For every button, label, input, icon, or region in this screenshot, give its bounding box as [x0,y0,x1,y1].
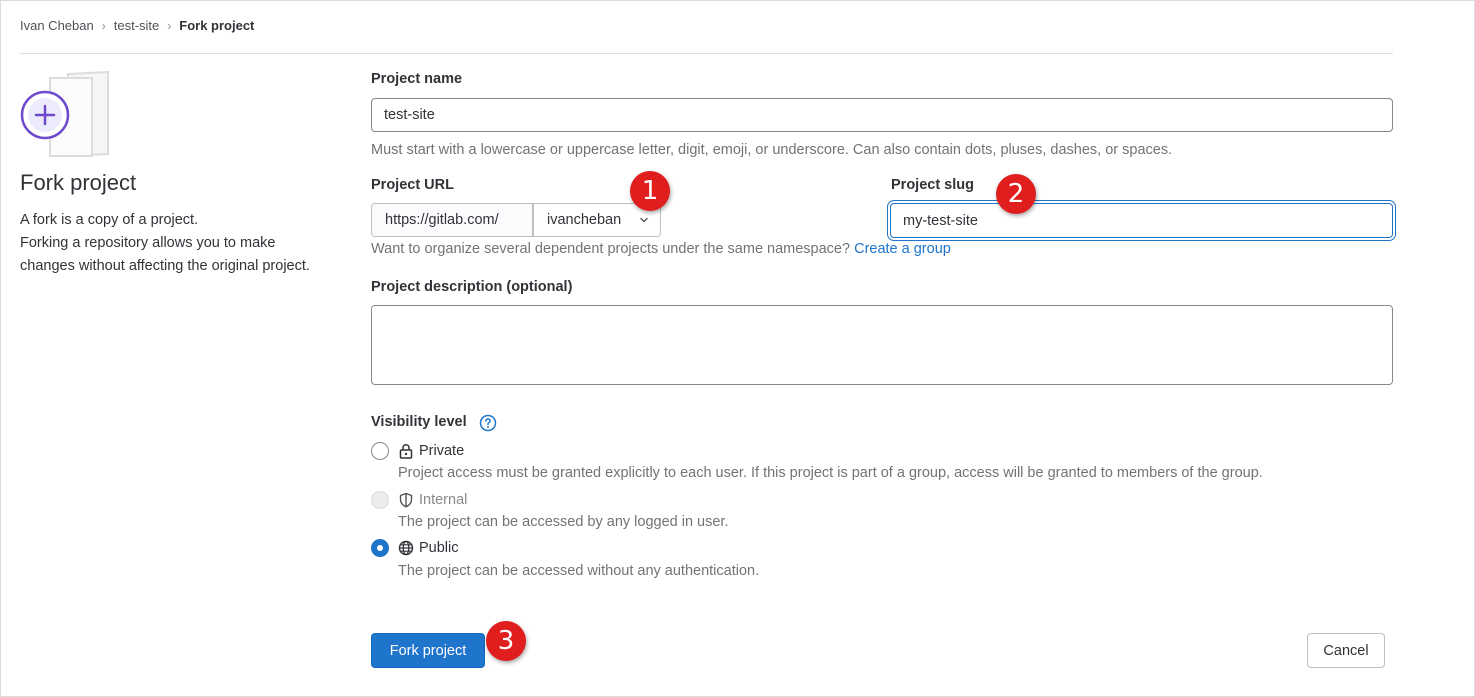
breadcrumb-separator: › [167,18,172,33]
visibility-public-label: Public [419,540,459,556]
radio-private[interactable] [371,442,389,460]
project-url-help-text: Want to organize several dependent proje… [371,241,851,257]
breadcrumb-item-user[interactable]: Ivan Cheban [20,18,94,33]
create-group-link[interactable]: Create a group [854,241,951,257]
annotation-marker-1: 1 [630,171,670,211]
description-line: Forking a repository allows you to make … [20,235,310,274]
breadcrumb-item-project[interactable]: test-site [114,18,160,33]
visibility-option-private[interactable]: Private [371,442,464,460]
globe-icon [398,540,414,556]
fork-project-button[interactable]: Fork project [371,633,485,668]
breadcrumb: Ivan Cheban › test-site › Fork project [20,18,254,33]
radio-public[interactable] [371,539,389,557]
shield-icon [399,492,413,508]
annotation-marker-3: 3 [486,621,526,661]
project-slug-label: Project slug [891,177,974,193]
project-name-help: Must start with a lowercase or uppercase… [371,142,1173,158]
lock-icon [399,443,413,459]
project-slug-input[interactable]: my-test-site [890,203,1393,238]
project-url-help: Want to organize several dependent proje… [371,241,951,257]
cancel-button[interactable]: Cancel [1307,633,1385,668]
header-divider [20,53,1393,54]
breadcrumb-separator: › [101,18,106,33]
visibility-option-public[interactable]: Public [371,539,459,557]
project-description-textarea[interactable] [371,305,1393,385]
project-url-label: Project URL [371,177,454,193]
project-name-label: Project name [371,71,463,87]
visibility-public-help: The project can be accessed without any … [398,563,760,579]
question-circle-icon[interactable] [479,414,497,432]
fork-project-illustration [20,70,109,158]
visibility-label: Visibility level [371,414,467,430]
radio-internal [371,491,389,509]
project-description-label: Project description (optional) [371,279,573,295]
breadcrumb-item-current[interactable]: Fork project [179,18,254,33]
project-url-prefix: https://gitlab.com/ [371,203,533,237]
page-description: A fork is a copy of a project. Forking a… [20,209,320,278]
page-title: Fork project [20,170,137,195]
namespace-value: ivancheban [547,212,622,228]
description-line: A fork is a copy of a project. [20,212,199,228]
annotation-marker-2: 2 [996,174,1036,214]
visibility-private-label: Private [419,443,465,459]
chevron-down-icon [640,217,648,223]
visibility-internal-help: The project can be accessed by any logge… [398,514,729,530]
visibility-private-help: Project access must be granted explicitl… [398,465,1263,481]
project-name-input[interactable]: test-site [371,98,1393,132]
visibility-internal-label: Internal [419,492,468,508]
visibility-option-internal: Internal [371,491,467,509]
